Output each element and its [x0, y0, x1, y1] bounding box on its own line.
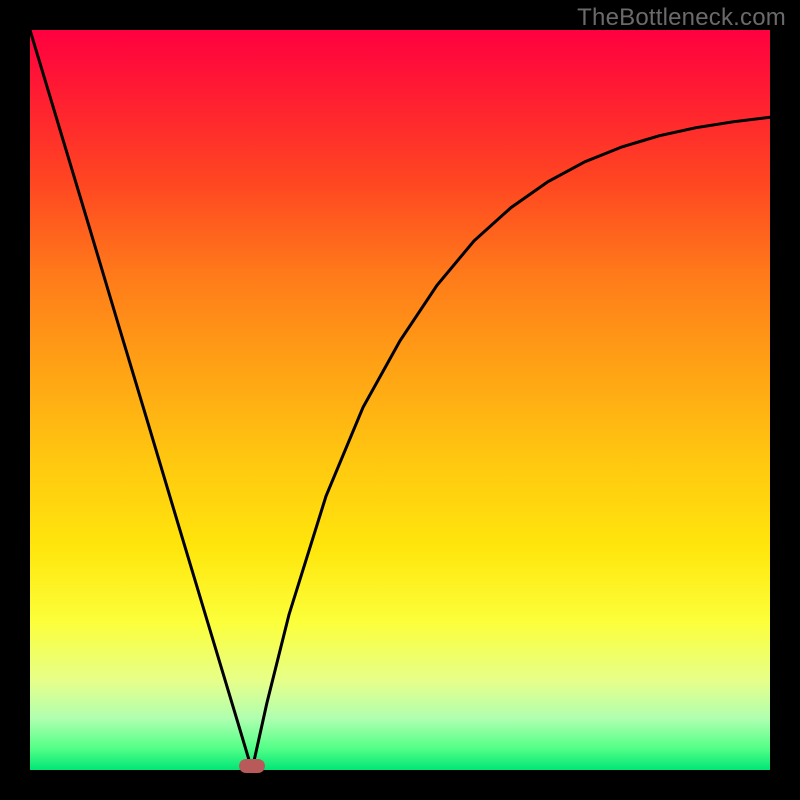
chart-frame: TheBottleneck.com [0, 0, 800, 800]
plot-area [30, 30, 770, 770]
curve-right [252, 117, 770, 770]
curve-left [30, 30, 252, 770]
curve-svg [30, 30, 770, 770]
minimum-marker [239, 759, 265, 773]
watermark-text: TheBottleneck.com [577, 4, 786, 32]
